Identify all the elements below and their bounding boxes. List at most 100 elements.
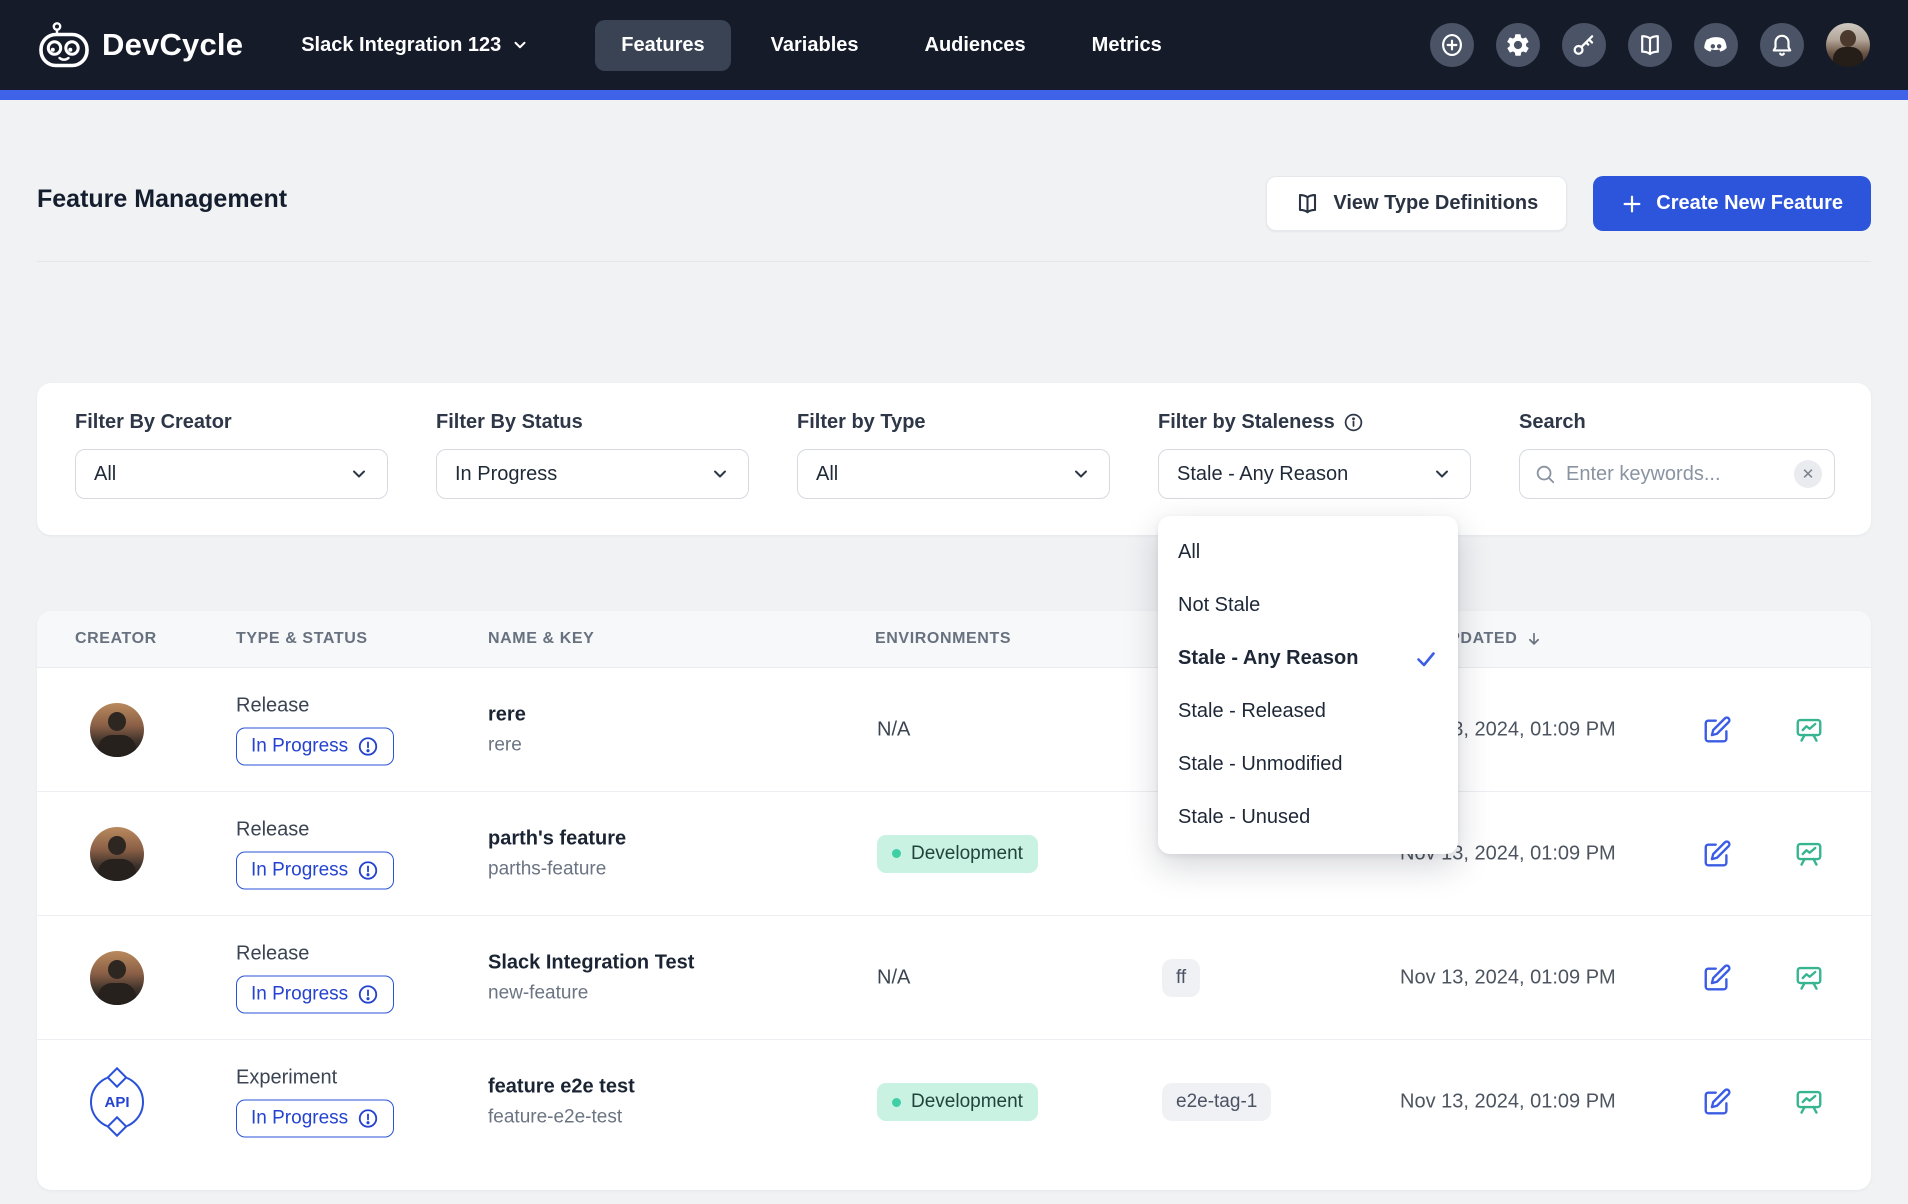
feature-metrics-button[interactable] — [1794, 963, 1824, 993]
column-header-environments[interactable]: Environments — [875, 630, 1011, 648]
chevron-down-icon — [1432, 464, 1452, 484]
edit-feature-button[interactable] — [1702, 715, 1732, 745]
environment-badge[interactable]: Development — [877, 835, 1038, 873]
filter-creator-label: Filter By Creator — [75, 411, 388, 434]
create-new-feature-button[interactable]: Create New Feature — [1593, 176, 1871, 231]
check-icon — [1414, 647, 1438, 671]
tag-pill[interactable]: ff — [1162, 959, 1200, 997]
search-input[interactable] — [1566, 463, 1784, 486]
column-header-type-status[interactable]: Type & Status — [236, 630, 368, 648]
staleness-option-not-stale[interactable]: Not Stale — [1158, 579, 1458, 632]
edit-icon — [1702, 1087, 1732, 1117]
staleness-dropdown-menu: All Not Stale Stale - Any Reason Stale - Re… — [1158, 516, 1458, 854]
type-status-cell: ReleaseIn Progress — [236, 818, 394, 889]
tab-metrics[interactable]: Metrics — [1066, 20, 1188, 71]
table-row[interactable]: ReleaseIn ProgressrererereN/ANov 13, 202… — [37, 668, 1871, 792]
environment-badge[interactable]: Development — [877, 1083, 1038, 1121]
updated-timestamp: Nov 13, 2024, 01:09 PM — [1400, 1091, 1616, 1113]
view-type-definitions-button[interactable]: View Type Definitions — [1266, 176, 1567, 231]
staleness-option-stale-released[interactable]: Stale - Released — [1158, 685, 1458, 738]
top-navigation: DevCycle Slack Integration 123 Features V… — [0, 0, 1908, 90]
staleness-option-stale-any-reason[interactable]: Stale - Any Reason — [1158, 632, 1458, 685]
name-key-cell: Slack Integration Test new-feature — [488, 951, 694, 1004]
feature-name[interactable]: rere — [488, 703, 526, 726]
status-label: In Progress — [251, 1108, 348, 1130]
status-badge[interactable]: In Progress — [236, 975, 394, 1013]
table-row[interactable]: Release In Progress Slack Integration Test… — [37, 916, 1871, 1040]
table-row[interactable]: ReleaseIn Progressparth's featureparths-… — [37, 792, 1871, 916]
feature-name[interactable]: parth's feature — [488, 827, 626, 850]
tab-variables[interactable]: Variables — [745, 20, 885, 71]
status-badge[interactable]: In Progress — [236, 851, 394, 889]
feature-metrics-button[interactable] — [1794, 1087, 1824, 1117]
staleness-option-all[interactable]: All — [1158, 526, 1458, 579]
feature-type: Experiment — [236, 1067, 394, 1090]
filter-staleness-select[interactable]: Stale - Any Reason — [1158, 449, 1471, 499]
filter-type-select[interactable]: All — [797, 449, 1110, 499]
feature-name[interactable]: feature e2e test — [488, 1076, 635, 1099]
user-avatar[interactable] — [1826, 23, 1870, 67]
create-new-feature-label: Create New Feature — [1656, 192, 1843, 215]
settings-gear-icon[interactable] — [1496, 23, 1540, 67]
tab-audiences[interactable]: Audiences — [899, 20, 1052, 71]
staleness-option-label: Stale - Any Reason — [1178, 647, 1358, 670]
filter-status-select[interactable]: In Progress — [436, 449, 749, 499]
staleness-option-stale-unused[interactable]: Stale - Unused — [1158, 791, 1458, 844]
table-row[interactable]: APIExperimentIn Progressfeature e2e test… — [37, 1040, 1871, 1164]
edit-feature-button[interactable] — [1702, 1087, 1732, 1117]
accent-bar — [0, 90, 1908, 100]
filter-type-group: Filter by Type All — [797, 411, 1110, 535]
environment-na: N/A — [877, 718, 910, 740]
feature-key: new-feature — [488, 982, 694, 1004]
environments-cell: Development — [877, 1083, 1038, 1121]
environments-cell: N/A — [877, 966, 910, 989]
status-badge[interactable]: In Progress — [236, 727, 394, 765]
type-status-cell: Release In Progress — [236, 942, 394, 1013]
chevron-down-icon — [1071, 464, 1091, 484]
metrics-board-icon — [1794, 963, 1824, 993]
nav-utility-icons — [1430, 0, 1870, 90]
staleness-option-stale-unmodified[interactable]: Stale - Unmodified — [1158, 738, 1458, 791]
feature-metrics-button[interactable] — [1794, 715, 1824, 745]
feature-key: rere — [488, 734, 526, 756]
feature-metrics-button[interactable] — [1794, 839, 1824, 869]
alert-circle-icon — [357, 983, 379, 1005]
staleness-option-label: All — [1178, 541, 1200, 564]
add-circle-icon[interactable] — [1430, 23, 1474, 67]
status-badge[interactable]: In Progress — [236, 1100, 394, 1138]
feature-type: Release — [236, 942, 394, 965]
metrics-board-icon — [1794, 1087, 1824, 1117]
page-title: Feature Management — [37, 185, 287, 214]
search-group: Search ✕ — [1519, 411, 1835, 535]
creator-avatar — [90, 703, 144, 757]
metrics-board-icon — [1794, 715, 1824, 745]
edit-feature-button[interactable] — [1702, 839, 1732, 869]
chevron-down-icon — [349, 464, 369, 484]
filter-status-value: In Progress — [455, 463, 557, 486]
discord-icon[interactable] — [1694, 23, 1738, 67]
column-header-creator[interactable]: Creator — [75, 630, 157, 648]
filter-staleness-label: Filter by Staleness — [1158, 411, 1471, 434]
project-selector[interactable]: Slack Integration 123 — [301, 34, 529, 57]
tab-features[interactable]: Features — [595, 20, 730, 71]
chevron-down-icon — [710, 464, 730, 484]
info-icon[interactable] — [1343, 412, 1364, 433]
staleness-option-label: Not Stale — [1178, 594, 1260, 617]
devcycle-logo[interactable]: DevCycle — [38, 21, 243, 69]
clear-search-icon[interactable]: ✕ — [1794, 460, 1822, 488]
filter-creator-select[interactable]: All — [75, 449, 388, 499]
devcycle-robot-icon — [38, 21, 90, 69]
edit-icon — [1702, 715, 1732, 745]
filter-status-group: Filter By Status In Progress — [436, 411, 749, 535]
column-header-name-key[interactable]: Name & Key — [488, 630, 594, 648]
api-key-icon[interactable] — [1562, 23, 1606, 67]
alert-circle-icon — [357, 735, 379, 757]
edit-icon — [1702, 839, 1732, 869]
notifications-bell-icon[interactable] — [1760, 23, 1804, 67]
edit-feature-button[interactable] — [1702, 963, 1732, 993]
docs-book-icon[interactable] — [1628, 23, 1672, 67]
environment-dot-icon — [892, 849, 901, 858]
feature-name[interactable]: Slack Integration Test — [488, 951, 694, 974]
tag-pill[interactable]: e2e-tag-1 — [1162, 1083, 1271, 1121]
environment-label: Development — [911, 1091, 1023, 1113]
